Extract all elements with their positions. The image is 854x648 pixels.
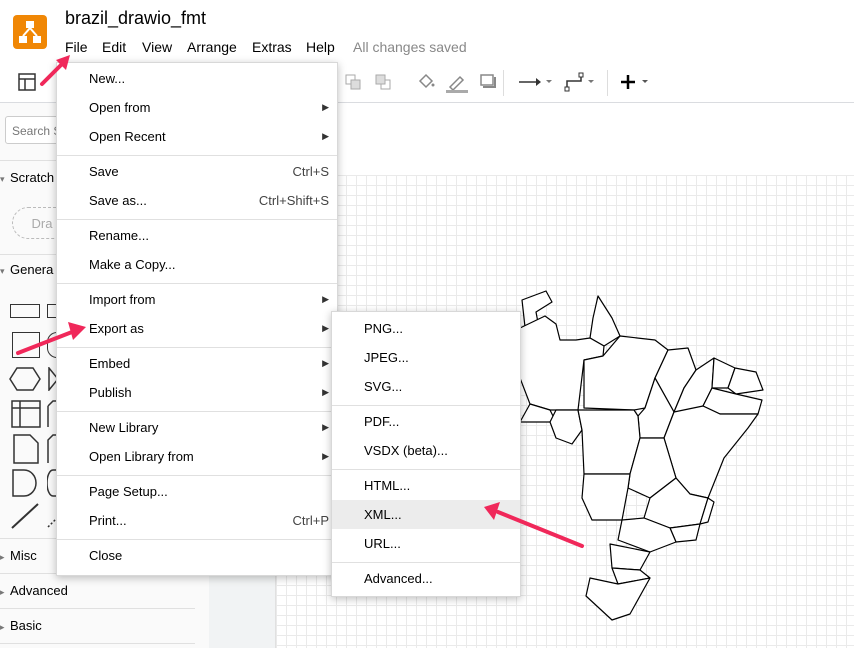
annotation-arrows (16, 55, 584, 548)
annotation-arrow-export-icon (16, 322, 86, 355)
annotation-arrow-xml-icon (484, 502, 584, 548)
annotation-arrow-file-icon (40, 55, 70, 86)
